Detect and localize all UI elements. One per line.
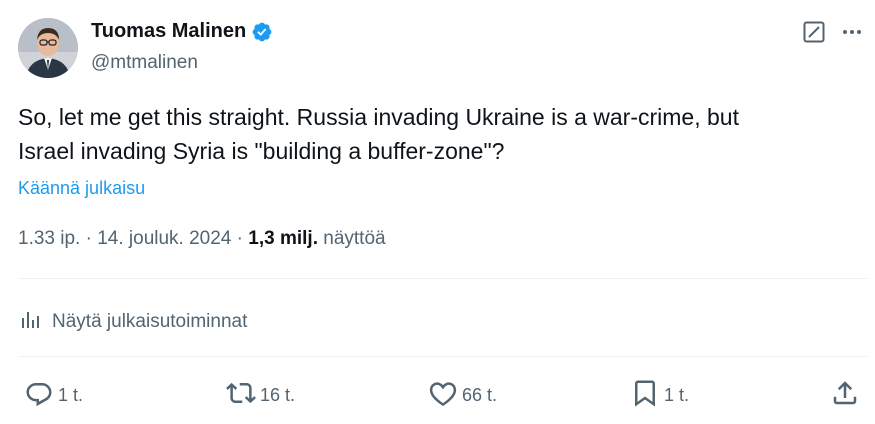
author-name[interactable]: Tuomas Malinen [91,20,246,43]
more-icon[interactable] [840,20,864,44]
reply-count: 1 t. [58,385,84,405]
meta-separator: · [80,228,98,249]
bar-chart-icon [18,307,42,337]
bookmark-count: 1 t. [664,385,690,405]
divider [18,278,868,279]
avatar[interactable] [18,18,78,78]
views-count: 1,3 milj. [248,228,318,249]
analytics-label: Näytä julkaisutoiminnat [52,311,248,332]
bookmark-button[interactable]: 1 t. [630,378,689,413]
share-icon [830,378,860,413]
author-handle[interactable]: @mtmalinen [91,52,198,74]
grok-icon[interactable] [802,20,826,44]
divider [18,356,868,357]
retweet-button[interactable]: 16 t. [226,378,295,413]
tweet-date[interactable]: 14. jouluk. 2024 [97,228,231,250]
verified-badge-icon[interactable] [251,21,273,43]
author-name-row[interactable]: Tuomas Malinen [91,20,273,43]
tweet-meta: 1.33 ip. · 14. jouluk. 2024 · 1,3 milj. … [18,228,386,250]
like-button[interactable]: 66 t. [428,378,497,413]
like-count: 66 t. [462,385,498,405]
translate-link[interactable]: Käännä julkaisu [18,178,145,199]
bookmark-icon [630,378,660,413]
view-analytics-button[interactable]: Näytä julkaisutoiminnat [18,307,247,337]
reply-button[interactable]: 1 t. [24,378,83,413]
avatar-image [18,18,78,78]
retweet-count: 16 t. [260,385,296,405]
heart-icon [428,378,458,413]
retweet-icon [226,378,256,413]
views-label: näyttöä [323,228,386,249]
tweet-time[interactable]: 1.33 ip. [18,228,80,250]
share-button[interactable] [830,378,860,413]
tweet-text: So, let me get this straight. Russia inv… [18,104,739,164]
reply-icon [24,378,54,413]
meta-separator: · [231,228,249,249]
